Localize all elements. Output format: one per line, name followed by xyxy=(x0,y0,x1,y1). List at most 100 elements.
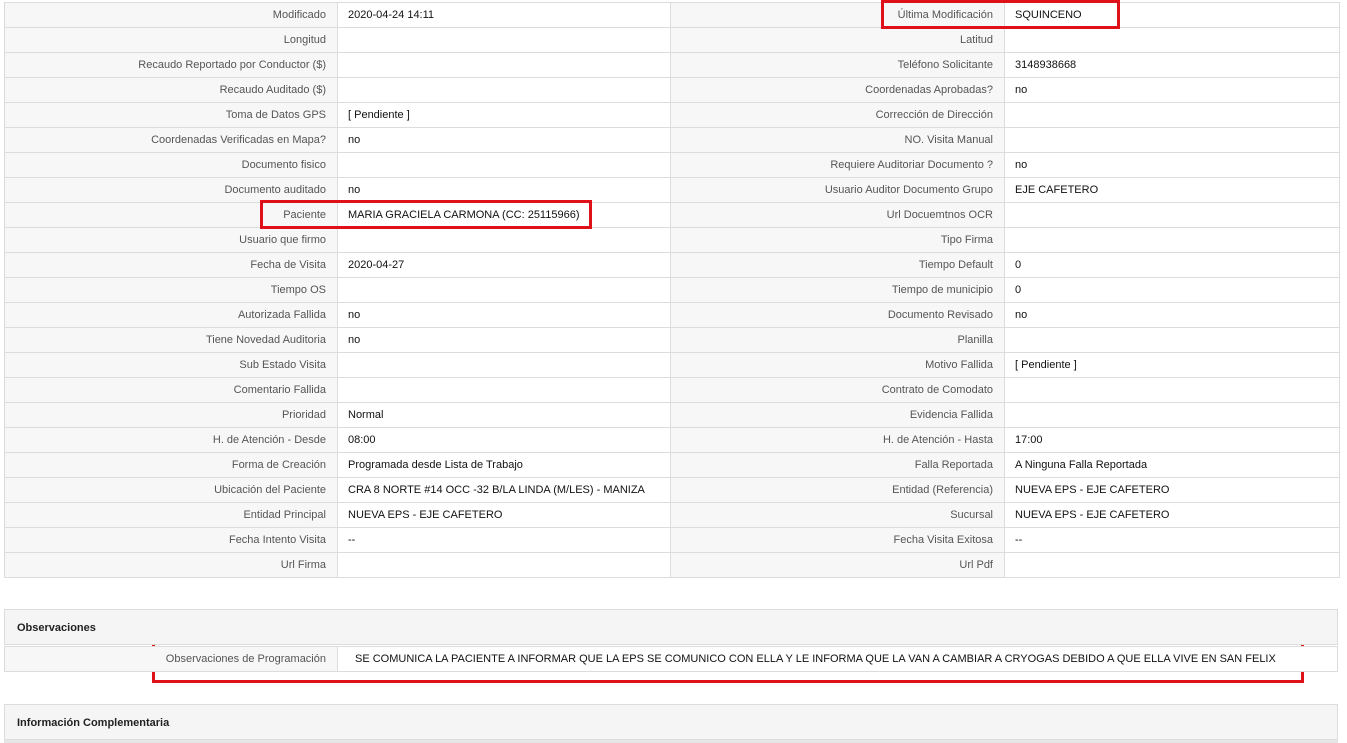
field-value xyxy=(1004,127,1340,153)
field-label: Fecha de Visita xyxy=(4,252,338,278)
field-value xyxy=(1004,227,1340,253)
field-label: Motivo Fallida xyxy=(670,352,1005,378)
field-label: Prioridad xyxy=(4,402,338,428)
table-row: Longitud Latitud xyxy=(4,27,1340,53)
field-label: Documento auditado xyxy=(4,177,338,203)
field-label: H. de Atención - Hasta xyxy=(670,427,1005,453)
field-value: no xyxy=(1004,302,1340,328)
field-label: Autorizada Fallida xyxy=(4,302,338,328)
table-row: Usuario que firmo Tipo Firma xyxy=(4,227,1340,253)
field-label: Documento Revisado xyxy=(670,302,1005,328)
field-value xyxy=(1004,327,1340,353)
field-label: Tiempo Default xyxy=(670,252,1005,278)
field-value xyxy=(337,352,671,378)
table-row: Modificado 2020-04-24 14:11 Última Modific… xyxy=(4,2,1340,28)
field-label: Falla Reportada xyxy=(670,452,1005,478)
field-value: 17:00 xyxy=(1004,427,1340,453)
field-label: Forma de Creación xyxy=(4,452,338,478)
field-value: 2020-04-24 14:11 xyxy=(337,2,671,28)
field-value: NUEVA EPS - EJE CAFETERO xyxy=(337,502,671,528)
field-label: Documento fisico xyxy=(4,152,338,178)
field-value xyxy=(1004,552,1340,578)
field-label: Longitud xyxy=(4,27,338,53)
table-row: Toma de Datos GPS[ Pendiente ] Corrección… xyxy=(4,102,1340,128)
field-label: Url Pdf xyxy=(670,552,1005,578)
field-value xyxy=(337,77,671,103)
field-value: [ Pendiente ] xyxy=(1004,352,1340,378)
field-value: 08:00 xyxy=(337,427,671,453)
field-label: Sucursal xyxy=(670,502,1005,528)
field-value: MARIA GRACIELA CARMONA (CC: 25115966) xyxy=(337,202,671,228)
table-row: Fecha de Visita 2020-04-27 Tiempo Default 0 xyxy=(4,252,1340,278)
table-row: Sub Estado Visita Motivo Fallida[ Pendien… xyxy=(4,352,1340,378)
field-label: Sub Estado Visita xyxy=(4,352,338,378)
field-label: Latitud xyxy=(670,27,1005,53)
observaciones-programacion-value: SE COMUNICA LA PACIENTE A INFORMAR QUE L… xyxy=(355,653,1276,665)
field-label: Tiempo de municipio xyxy=(670,277,1005,303)
field-label: Planilla xyxy=(670,327,1005,353)
table-row: Comentario Fallida Contrato de Comodato xyxy=(4,377,1340,403)
field-label: Fecha Visita Exitosa xyxy=(670,527,1005,553)
table-row: H. de Atención - Desde 08:00 H. de Atenció… xyxy=(4,427,1340,453)
field-label: Coordenadas Verificadas en Mapa? xyxy=(4,127,338,153)
table-row: Documento auditado no Usuario Auditor Docu… xyxy=(4,177,1340,203)
table-row: Forma de Creación Programada desde Lista … xyxy=(4,452,1340,478)
observaciones-programacion-label: Observaciones de Programación xyxy=(5,647,338,671)
field-value xyxy=(337,152,671,178)
field-label: Entidad (Referencia) xyxy=(670,477,1005,503)
field-value xyxy=(337,227,671,253)
field-value: SQUINCENO xyxy=(1004,2,1340,28)
field-value: no xyxy=(1004,152,1340,178)
field-value: -- xyxy=(337,527,671,553)
table-row: Recaudo Auditado ($) Coordenadas Aprobada… xyxy=(4,77,1340,103)
field-label: Última Modificación xyxy=(670,2,1005,28)
table-row: Tiene Novedad Auditoria no Planilla xyxy=(4,327,1340,353)
field-value: 3148938668 xyxy=(1004,52,1340,78)
field-label: Comentario Fallida xyxy=(4,377,338,403)
field-value xyxy=(337,377,671,403)
field-label: Usuario que firmo xyxy=(4,227,338,253)
table-row: Recaudo Reportado por Conductor ($) Teléf… xyxy=(4,52,1340,78)
field-label: Teléfono Solicitante xyxy=(670,52,1005,78)
field-value: NUEVA EPS - EJE CAFETERO xyxy=(1004,477,1340,503)
table-row: Autorizada Fallida no Documento Revisado no xyxy=(4,302,1340,328)
field-label: Recaudo Reportado por Conductor ($) xyxy=(4,52,338,78)
table-row: Ubicación del Paciente CRA 8 NORTE #14 OC… xyxy=(4,477,1340,503)
field-value: NUEVA EPS - EJE CAFETERO xyxy=(1004,502,1340,528)
field-value: 0 xyxy=(1004,277,1340,303)
field-value: [ Pendiente ] xyxy=(337,102,671,128)
field-label: NO. Visita Manual xyxy=(670,127,1005,153)
field-label: Ubicación del Paciente xyxy=(4,477,338,503)
field-value: CRA 8 NORTE #14 OCC -32 B/LA LINDA (M/LE… xyxy=(337,477,671,503)
field-label: Modificado xyxy=(4,2,338,28)
field-value xyxy=(337,277,671,303)
field-value: EJE CAFETERO xyxy=(1004,177,1340,203)
field-label: Url Docuemtnos OCR xyxy=(670,202,1005,228)
field-value: -- xyxy=(1004,527,1340,553)
field-value xyxy=(337,52,671,78)
field-value: no xyxy=(337,327,671,353)
complementaria-section-header: Información Complementaria xyxy=(4,704,1338,740)
table-row: Prioridad Normal Evidencia Fallida xyxy=(4,402,1340,428)
field-label: Evidencia Fallida xyxy=(670,402,1005,428)
field-label: Url Firma xyxy=(4,552,338,578)
field-value: no xyxy=(337,302,671,328)
field-value xyxy=(337,552,671,578)
field-value: 0 xyxy=(1004,252,1340,278)
observaciones-title: Observaciones xyxy=(17,622,96,634)
table-row: Url Firma Url Pdf xyxy=(4,552,1340,578)
field-label: Entidad Principal xyxy=(4,502,338,528)
field-value xyxy=(1004,102,1340,128)
field-label: Tipo Firma xyxy=(670,227,1005,253)
table-row: Entidad Principal NUEVA EPS - EJE CAFETER… xyxy=(4,502,1340,528)
field-value xyxy=(1004,27,1340,53)
field-label: Usuario Auditor Documento Grupo xyxy=(670,177,1005,203)
field-label: Tiempo OS xyxy=(4,277,338,303)
field-value: no xyxy=(337,177,671,203)
field-value xyxy=(337,27,671,53)
table-row: Paciente MARIA GRACIELA CARMONA (CC: 2511… xyxy=(4,202,1340,228)
field-value: no xyxy=(337,127,671,153)
field-label: Recaudo Auditado ($) xyxy=(4,77,338,103)
table-row: Coordenadas Verificadas en Mapa? no NO. Vi… xyxy=(4,127,1340,153)
observaciones-row: Observaciones de Programación SE COMUNIC… xyxy=(4,646,1338,672)
